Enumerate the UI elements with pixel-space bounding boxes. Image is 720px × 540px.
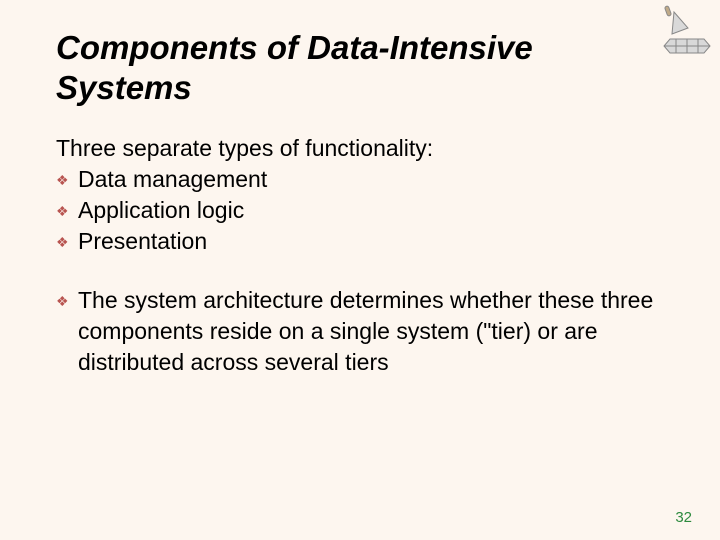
- bullet-list-1: ❖ Data management ❖ Application logic ❖ …: [56, 164, 664, 257]
- list-item: ❖ Application logic: [56, 195, 664, 226]
- diamond-bullet-icon: ❖: [56, 171, 69, 190]
- bullet-text: Application logic: [78, 197, 244, 223]
- page-number: 32: [675, 509, 692, 526]
- diamond-bullet-icon: ❖: [56, 292, 69, 311]
- paragraph-text: The system architecture determines wheth…: [78, 287, 653, 375]
- slide-content: Three separate types of functionality: ❖…: [56, 133, 664, 378]
- bullet-text: Presentation: [78, 228, 207, 254]
- diamond-bullet-icon: ❖: [56, 233, 69, 252]
- intro-text: Three separate types of functionality:: [56, 133, 664, 164]
- paragraph-block: ❖ The system architecture determines whe…: [56, 285, 664, 378]
- list-item: ❖ Presentation: [56, 226, 664, 257]
- list-item: ❖ Data management: [56, 164, 664, 195]
- slide-title: Components of Data-Intensive Systems: [56, 20, 664, 107]
- bullet-text: Data management: [78, 166, 267, 192]
- diamond-bullet-icon: ❖: [56, 202, 69, 221]
- trowel-brick-icon: [642, 4, 712, 59]
